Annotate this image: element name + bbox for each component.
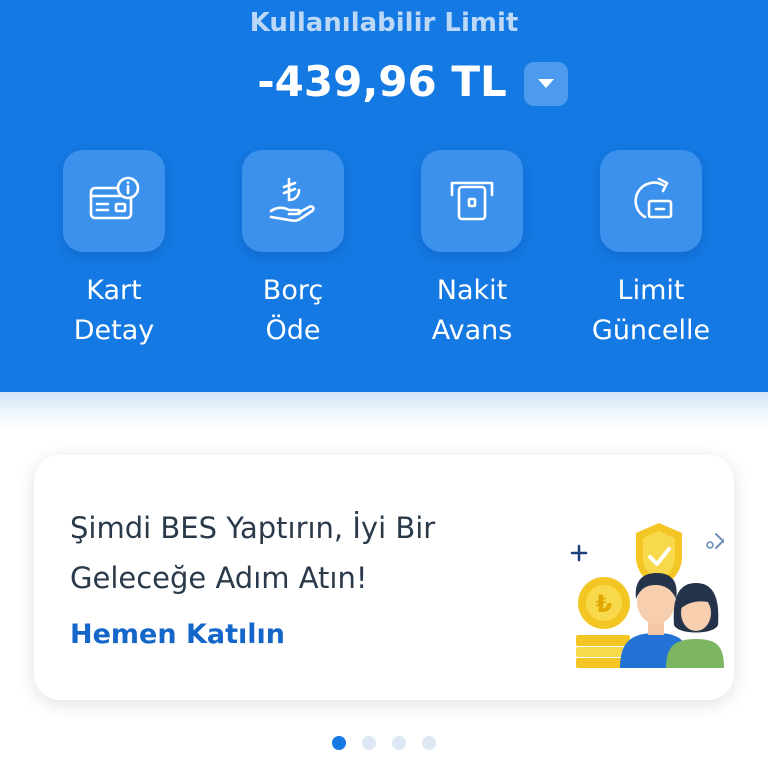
page-dot-4[interactable] [422, 736, 436, 750]
family-savings-illustration: ₺ [570, 523, 724, 668]
pay-debt-label-line2: Öde [265, 315, 321, 346]
pay-debt-button[interactable]: Borç Öde [203, 150, 383, 350]
carousel-pagination [330, 734, 440, 752]
card-detail-label-line2: Detay [73, 315, 155, 346]
card-info-icon [89, 176, 140, 220]
limit-update-button[interactable]: Limit Güncelle [561, 150, 741, 350]
page-dot-2[interactable] [362, 736, 376, 750]
cash-advance-tile [421, 150, 523, 252]
limit-refresh-icon [634, 177, 673, 219]
join-now-link[interactable]: Hemen Katılın [70, 619, 285, 650]
cash-advance-label-line1: Nakit [436, 275, 508, 306]
available-limit-label: Kullanılabilir Limit [249, 8, 519, 38]
header-fade [0, 392, 768, 432]
page-dot-3[interactable] [392, 736, 406, 750]
card-detail-label-line1: Kart [86, 275, 142, 306]
limit-update-label-line1: Limit [617, 275, 685, 306]
limit-update-label-line2: Güncelle [591, 315, 711, 346]
svg-text:₺: ₺ [596, 590, 613, 618]
promo-title: Şimdi BES Yaptırın, İyi Bir Geleceğe Adı… [70, 511, 436, 595]
bes-promo-card[interactable]: Şimdi BES Yaptırın, İyi Bir Geleceğe Adı… [34, 455, 734, 700]
limit-update-tile [600, 150, 702, 252]
limit-dropdown-button[interactable] [524, 62, 568, 106]
lira-hand-icon [269, 177, 315, 222]
pay-debt-tile [242, 150, 344, 252]
limit-amount: -439,96 TL [257, 57, 507, 106]
pay-debt-label-line1: Borç [262, 275, 324, 306]
card-detail-tile [63, 150, 165, 252]
limit-amount-row: -439,96 TL [0, 52, 768, 112]
cash-advance-label-line2: Avans [431, 315, 513, 346]
chevron-down-icon [538, 79, 554, 88]
cash-advance-button[interactable]: Nakit Avans [382, 150, 562, 350]
cash-withdraw-icon [450, 181, 494, 221]
card-detail-button[interactable]: Kart Detay [24, 150, 204, 350]
page-dot-1[interactable] [332, 736, 346, 750]
